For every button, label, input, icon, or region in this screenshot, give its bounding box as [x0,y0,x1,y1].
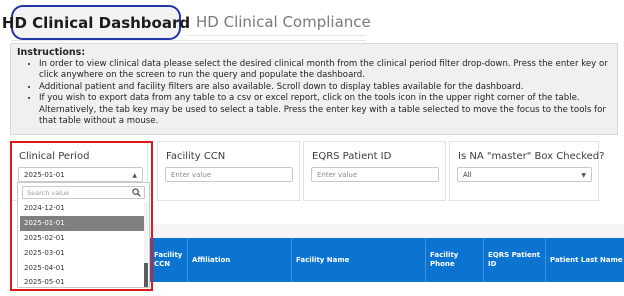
chevron-up-icon: ▲ [132,172,137,179]
dropdown-option[interactable]: 2025-04-01 [20,261,144,276]
dropdown-option-selected[interactable]: 2025-01-01 [20,216,144,231]
clinical-period-select[interactable]: 2025-01-01 ▲ [18,167,143,182]
facility-ccn-filter: Facility CCN Enter value [157,141,300,201]
input-placeholder: Enter value [171,171,212,179]
tab-hd-clinical-compliance[interactable]: HD Clinical Compliance [186,8,371,36]
input-placeholder: Enter value [317,171,358,179]
instructions-panel: Instructions: In order to view clinical … [10,43,618,135]
instructions-title: Instructions: [17,47,86,58]
dropdown-scrollbar-thumb[interactable] [144,263,148,287]
column-header[interactable]: Patient Last Name [546,238,624,282]
facility-ccn-input[interactable]: Enter value [165,167,293,182]
eqrs-patient-id-input[interactable]: Enter value [311,167,439,182]
clinical-period-dropdown: Search value 2024-12-01 2025-01-01 2025-… [17,182,150,288]
search-icon [132,188,141,197]
table-toolbar-area [150,224,624,238]
filter-label: Is NA "master" Box Checked? [458,151,605,162]
table-header-row: Facility CCN Affiliation Facility Name F… [150,238,624,282]
column-header[interactable]: Affiliation [188,238,292,282]
eqrs-patient-id-filter: EQRS Patient ID Enter value [303,141,446,201]
instruction-item: If you wish to export data from any tabl… [39,93,611,127]
tab-hd-clinical-dashboard[interactable]: HD Clinical Dashboard [2,5,190,40]
dropdown-search-input[interactable]: Search value [22,186,145,199]
dropdown-option[interactable]: 2024-12-01 [20,201,144,216]
tab-label: HD Clinical Dashboard [1,13,191,32]
chevron-down-icon: ▼ [581,172,586,179]
column-header[interactable]: Facility Phone [426,238,484,282]
na-master-select[interactable]: All ▼ [457,167,592,182]
search-placeholder: Search value [27,189,70,197]
tab-divider [11,40,366,41]
instructions-list: In order to view clinical data please se… [17,59,611,127]
filter-label: Clinical Period [19,151,90,162]
dropdown-option[interactable]: 2025-03-01 [20,246,144,261]
instruction-item: In order to view clinical data please se… [39,59,611,82]
column-header[interactable]: Facility Name [292,238,426,282]
column-header[interactable]: Facility CCN [150,238,188,282]
select-value: 2025-01-01 [24,171,65,179]
dropdown-option[interactable]: 2025-05-01 [20,276,144,288]
tab-label: HD Clinical Compliance [196,12,371,31]
na-master-filter: Is NA "master" Box Checked? All ▼ [449,141,604,201]
instruction-item: Additional patient and facility filters … [39,82,611,93]
filter-label: Facility CCN [166,151,226,162]
filter-label: EQRS Patient ID [312,151,392,162]
dropdown-option[interactable]: 2025-02-01 [20,231,144,246]
column-header[interactable]: EQRS Patient ID [484,238,546,282]
select-value: All [463,171,472,179]
